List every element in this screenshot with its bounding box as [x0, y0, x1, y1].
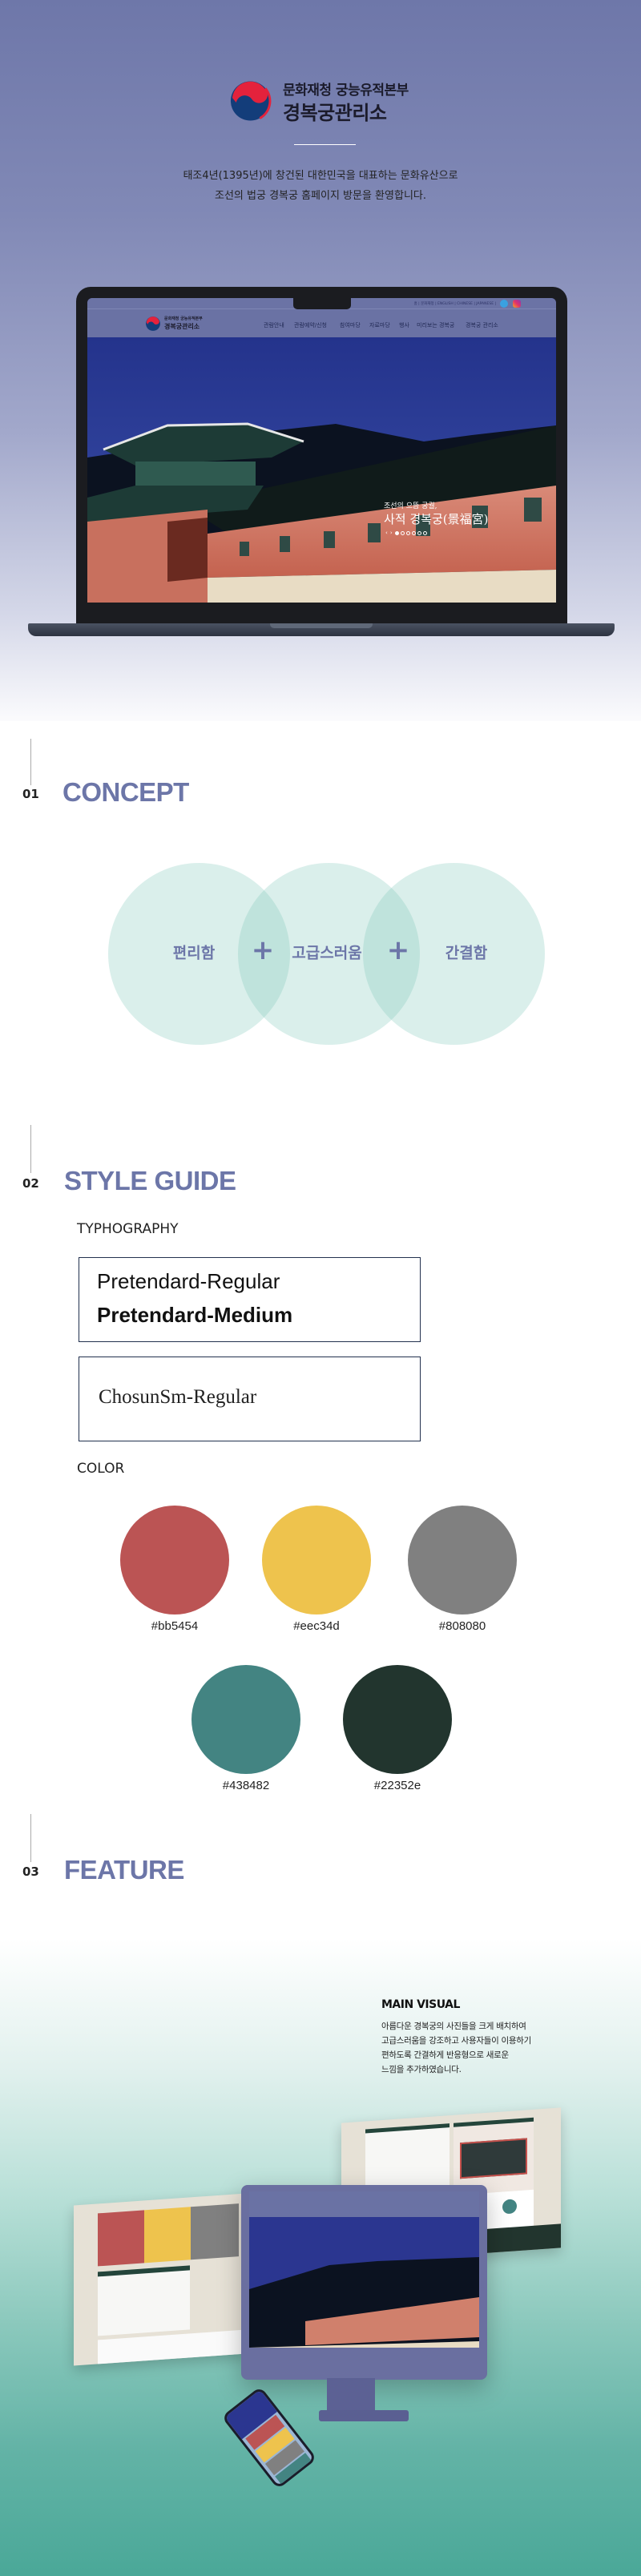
site-logo-line1: 문화재청 궁능유적본부: [164, 316, 203, 321]
color-hex-label: #bb5454: [151, 1619, 199, 1633]
section-number: 03: [22, 1864, 39, 1879]
divider: [294, 144, 356, 145]
nav-item[interactable]: 관람예약/신청: [294, 321, 327, 329]
color-label: COLOR: [77, 1461, 125, 1477]
laptop-screen: 홈 | 문화재청 | ENGLISH | CHINESE | JAPANESE …: [87, 298, 556, 603]
color-swatch: [191, 1665, 300, 1774]
slide-dot[interactable]: [394, 530, 399, 535]
concept-luxury: 고급스러움: [292, 944, 362, 962]
desktop-mockup: [241, 2185, 487, 2380]
nav-item[interactable]: 참여마당: [340, 321, 361, 329]
site-header: 문화재청 궁능유적본부 경복궁관리소 관람안내 관람예약/신청 참여마당 자료마…: [87, 309, 556, 337]
color-swatch: [408, 1506, 517, 1615]
desktop-screen: [249, 2191, 479, 2348]
logo-line1: 문화재청 궁능유적본부: [283, 83, 409, 99]
slide-dot[interactable]: [411, 530, 416, 535]
color-swatch: [343, 1665, 452, 1774]
sub-page-mockup-left: [74, 2193, 246, 2366]
concept-simplicity: 간결함: [445, 944, 488, 962]
next-arrow-icon[interactable]: ›: [390, 530, 393, 536]
plus-icon: +: [386, 934, 410, 966]
main-visual-description: 아름다운 경복궁의 사진들을 크게 배치하여 고급스러움을 강조하고 사용자들이…: [381, 2019, 531, 2077]
nav-item[interactable]: 행사: [399, 321, 409, 329]
util-links[interactable]: 홈 | 문화재청 | ENGLISH | CHINESE | JAPANESE …: [414, 301, 496, 306]
section-line: [30, 1125, 31, 1173]
section-line: [30, 739, 31, 785]
section-line: [30, 1814, 31, 1862]
section-title-style-guide: STYLE GUIDE: [64, 1166, 236, 1195]
camera-notch: [293, 298, 351, 309]
desktop-stand: [327, 2378, 375, 2414]
plus-icon: +: [251, 934, 275, 966]
slide-dot[interactable]: [422, 530, 427, 535]
description-line: 느낌을 추가하였습니다.: [381, 2065, 462, 2074]
site-logo-emblem-icon: [146, 316, 160, 331]
site-logo-line2: 경복궁관리소: [164, 323, 200, 330]
concept-convenience: 편리함: [172, 944, 216, 962]
hero-title: 사적 경복궁(景福宮): [384, 512, 489, 526]
font-sample-medium: Pretendard-Medium: [97, 1303, 293, 1327]
nav-item[interactable]: 경복궁 관리소: [466, 321, 498, 329]
font-sample-box: ChosunSm-Regular: [79, 1357, 421, 1441]
instagram-icon[interactable]: [513, 300, 521, 308]
section-number: 01: [22, 787, 39, 801]
laptop-opening: [270, 623, 373, 628]
government-emblem-icon: [230, 81, 272, 121]
slide-dots: [394, 530, 427, 535]
twitter-icon[interactable]: [500, 300, 508, 308]
palace-photo: [87, 337, 556, 603]
font-sample-box: Pretendard-Regular Pretendard-Medium: [79, 1257, 421, 1342]
section-number: 02: [22, 1176, 39, 1191]
description-line: 편하도록 간결하게 반응형으로 새로운: [381, 2050, 509, 2060]
prev-arrow-icon[interactable]: ‹: [385, 530, 388, 536]
slider-controls: ‹ ›: [385, 530, 427, 536]
slide-dot[interactable]: [417, 530, 421, 535]
intro-line1: 태조4년(1395년)에 창건된 대한민국을 대표하는 문화유산으로: [183, 170, 458, 182]
desktop-stand-base: [319, 2410, 409, 2421]
description-line: 아름다운 경복궁의 사진들을 크게 배치하여: [381, 2022, 526, 2031]
section-title-feature: FEATURE: [64, 1855, 184, 1885]
logo-line2: 경복궁관리소: [283, 102, 387, 124]
nav-item[interactable]: 관람안내: [264, 321, 284, 329]
color-hex-label: #438482: [222, 1779, 270, 1792]
nav-item[interactable]: 미리보는 경복궁: [417, 321, 454, 329]
section-title-concept: CONCEPT: [62, 777, 189, 807]
slide-dot[interactable]: [405, 530, 410, 535]
font-sample-regular: Pretendard-Regular: [97, 1269, 280, 1293]
color-hex-label: #808080: [438, 1619, 486, 1633]
main-visual-title: MAIN VISUAL: [381, 1998, 460, 2011]
color-swatch: [120, 1506, 229, 1615]
nav-item[interactable]: 자료마당: [369, 321, 390, 329]
intro-line2: 조선의 법궁 경복궁 홈페이지 방문을 환영합니다.: [215, 190, 426, 202]
color-hex-label: #22352e: [373, 1779, 421, 1792]
slide-dot[interactable]: [400, 530, 405, 535]
color-hex-label: #eec34d: [293, 1619, 340, 1633]
typography-label: TYPHOGRAPHY: [77, 1221, 179, 1237]
color-swatch: [262, 1506, 371, 1615]
description-line: 고급스러움을 강조하고 사용자들이 이용하기: [381, 2036, 531, 2046]
font-sample-chosun: ChosunSm-Regular: [99, 1386, 257, 1408]
hero-subtitle: 조선의 으뜸 궁궐,: [384, 502, 437, 510]
